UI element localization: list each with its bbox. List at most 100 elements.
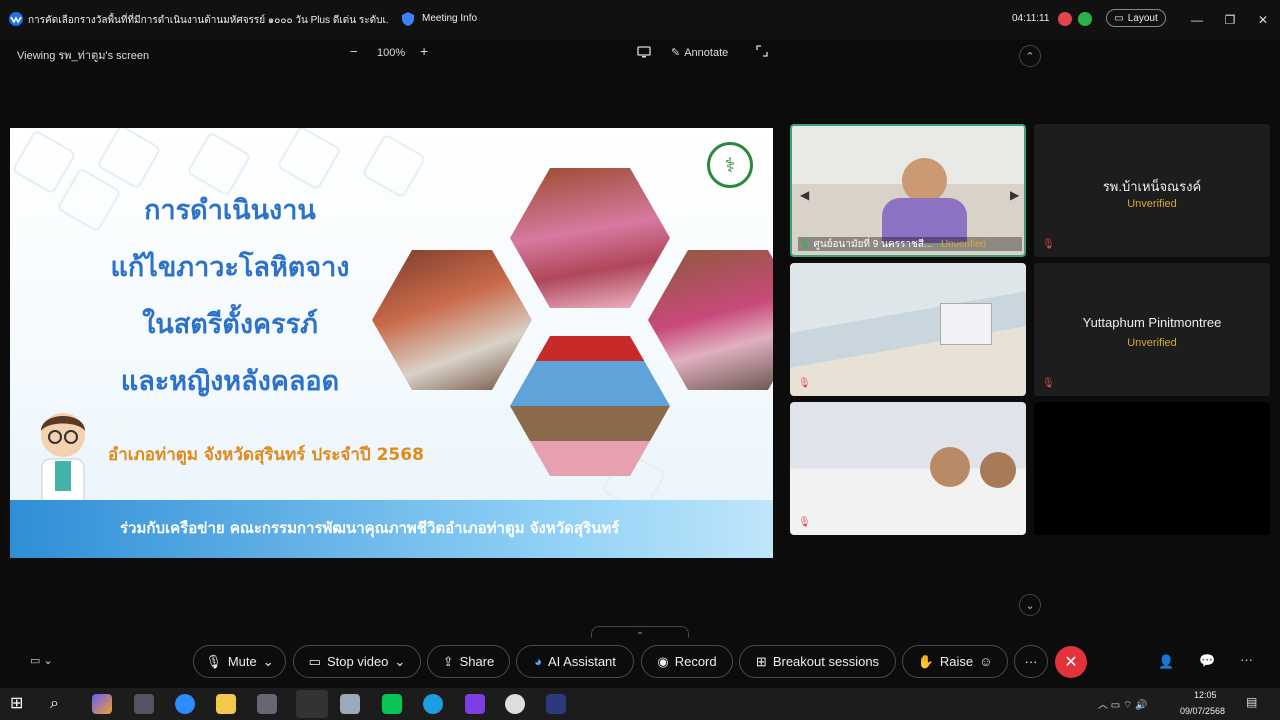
slide-subtitle: อำเภอท่าตูม จังหวัดสุรินทร์ ประจำปี 2568 — [108, 445, 424, 465]
participant-head-2 — [980, 452, 1016, 488]
collapse-controls-handle[interactable]: ⌄ — [591, 626, 689, 638]
search-icon[interactable]: ⌕ — [50, 694, 70, 714]
webex-taskbar-icon[interactable] — [296, 690, 328, 718]
slide-title-line-4: และหญิงหลังคลอด — [120, 366, 340, 397]
notifications-icon[interactable]: ▤ — [1246, 695, 1257, 709]
slide-title-line-2: แก้ไขภาวะโลหิตจาง — [110, 252, 350, 283]
chevron-right-icon[interactable]: ▶ — [1010, 188, 1019, 202]
slide-footer-text: ร่วมกับเครือข่าย คณะกรรมการพัฒนาคุณภาพชี… — [120, 519, 620, 537]
chevron-up-icon[interactable]: ⌃ — [1019, 45, 1041, 67]
screen-share-icon[interactable] — [637, 46, 651, 58]
close-icon: ✕ — [1064, 654, 1078, 671]
share-label: Share — [459, 654, 495, 669]
photo-hexagon-left — [372, 250, 532, 390]
camera-icon: ▭ — [308, 653, 321, 669]
unverified-status: Unverified — [1127, 198, 1177, 210]
more-options-button[interactable]: ··· — [1014, 645, 1048, 678]
meeting-info-button[interactable]: Meeting Info — [422, 13, 477, 24]
shield-icon[interactable] — [400, 11, 416, 27]
slide-title-line-1: การดำเนินงาน — [144, 195, 316, 226]
participant-name-label: 🎙 ศูนย์อนามัยที่ 9 นครราชสี... Unverifie… — [798, 237, 1022, 251]
chevron-down-icon: ⌄ — [394, 653, 406, 669]
app-icon[interactable] — [465, 694, 485, 714]
pen-icon: ✎ — [671, 47, 681, 59]
raise-label: Raise — [939, 654, 974, 669]
mic-muted-icon: 🎙 — [798, 517, 811, 528]
mic-icon: 🎙 — [798, 239, 811, 250]
record-button[interactable]: ◉ Record — [641, 645, 733, 678]
reactions-icon: ☺ — [979, 654, 993, 669]
chevron-down-icon: ⌄ — [262, 653, 274, 669]
clock-time: 12:05 — [1194, 690, 1217, 700]
monitor-in-video — [940, 303, 992, 345]
chevron-left-icon[interactable]: ◀ — [800, 188, 809, 202]
viewing-label: Viewing รพ_ท่าตูม's screen — [17, 50, 150, 62]
file-explorer-icon[interactable] — [216, 694, 236, 714]
captions-icon[interactable]: ▭ ⌄ — [30, 654, 53, 667]
annotate-label: Annotate — [684, 46, 729, 59]
app-icon-2[interactable] — [505, 694, 525, 714]
ai-assistant-button[interactable]: ◕ AI Assistant — [516, 645, 634, 678]
close-window-button[interactable]: ✕ — [1253, 10, 1273, 30]
maximize-button[interactable]: ❐ — [1220, 10, 1240, 30]
meeting-timer: 04:11:11 — [1012, 13, 1050, 24]
participant-head — [902, 158, 947, 203]
raise-hand-button[interactable]: ✋ Raise ☺ — [902, 645, 1008, 678]
chevron-down-icon[interactable]: ⌄ — [1019, 594, 1041, 616]
unverified-status: Unverified — [941, 239, 987, 250]
windows-start-icon[interactable]: ⊞ — [10, 694, 30, 714]
webex-logo-icon — [9, 12, 23, 26]
participant-video-tile-1[interactable]: ◀ ▶ 🎙 ศูนย์อนามัยที่ 9 นครราชสี... Unver… — [790, 124, 1026, 257]
participant-head — [930, 447, 970, 487]
zoom-app-icon[interactable] — [175, 694, 195, 714]
participant-tile-4[interactable]: Yuttaphum Pinitmontree Unverified 🎙 — [1034, 263, 1270, 396]
shared-screen-slide: ⚕ การดำเนินงาน แก้ไขภาวะโลหิตจาง ในสตรีต… — [10, 128, 773, 558]
ministry-logo: ⚕ — [707, 142, 753, 188]
share-button[interactable]: ⇪ Share — [427, 645, 510, 678]
participant-tile-2[interactable]: รพ.บ้าเหน็จณรงค์ Unverified 🎙 — [1034, 124, 1270, 257]
share-icon: ⇪ — [442, 653, 454, 669]
fullscreen-icon[interactable] — [756, 45, 768, 57]
participant-video-tile-3[interactable]: 🎙 — [790, 263, 1026, 396]
stop-video-label: Stop video — [326, 654, 389, 669]
copilot-icon[interactable] — [92, 694, 112, 714]
zoom-in-button[interactable]: + — [420, 43, 428, 59]
mute-button[interactable]: 🎙 Mute ⌄ — [193, 645, 286, 678]
camera-icon[interactable] — [257, 694, 277, 714]
layout-button[interactable]: ▭ Layout — [1106, 9, 1166, 27]
participant-tile-6[interactable] — [1034, 402, 1270, 535]
app-icon-3[interactable] — [546, 694, 566, 714]
photo-hexagon-bottom — [510, 336, 670, 476]
notepad-icon[interactable] — [340, 694, 360, 714]
participant-name: Yuttaphum Pinitmontree — [1082, 315, 1222, 330]
clock-date: 09/07/2568 — [1180, 706, 1226, 716]
window-title: การคัดเลือกรางวัลพื้นที่ที่มีการดำเนินงา… — [28, 15, 388, 26]
end-call-button[interactable]: ✕ — [1055, 646, 1087, 678]
zoom-level: 100% — [377, 47, 406, 59]
annotate-button[interactable]: ✎ Annotate — [671, 46, 729, 60]
breakout-sessions-button[interactable]: ⊞ Breakout sessions — [739, 645, 896, 678]
breakout-icon: ⊞ — [755, 653, 767, 669]
stop-video-button[interactable]: ▭ Stop video ⌄ — [293, 645, 421, 678]
recording-indicator-icon — [1058, 12, 1072, 26]
ai-assistant-label: AI Assistant — [547, 654, 616, 669]
line-app-icon[interactable] — [382, 694, 402, 714]
more-icon[interactable]: ··· — [1240, 652, 1253, 667]
slide-title-line-3: ในสตรีตั้งครรภ์ — [142, 309, 318, 340]
mute-label: Mute — [227, 654, 257, 669]
record-label: Record — [674, 654, 717, 669]
camera-app-icon[interactable] — [134, 694, 154, 714]
ai-assistant-icon: ◕ — [534, 654, 542, 669]
photo-hexagon-top — [510, 168, 670, 308]
edge-browser-icon[interactable] — [423, 694, 443, 714]
record-icon: ◉ — [657, 653, 669, 669]
participant-video-tile-5[interactable]: 🎙 — [790, 402, 1026, 535]
participants-icon[interactable]: 👤 — [1158, 654, 1174, 670]
zoom-out-button[interactable]: − — [350, 44, 358, 59]
participant-name: รพ.บ้าเหน็จณรงค์ — [1102, 179, 1202, 194]
chat-icon[interactable]: 💬 — [1199, 653, 1215, 669]
participant-name: ศูนย์อนามัยที่ 9 นครราชสี... — [813, 239, 933, 250]
breakout-label: Breakout sessions — [772, 654, 880, 669]
minimize-button[interactable]: — — [1187, 10, 1207, 30]
system-tray-icons[interactable]: ︿ ▭ ⌔ 🔊 — [1098, 696, 1148, 712]
